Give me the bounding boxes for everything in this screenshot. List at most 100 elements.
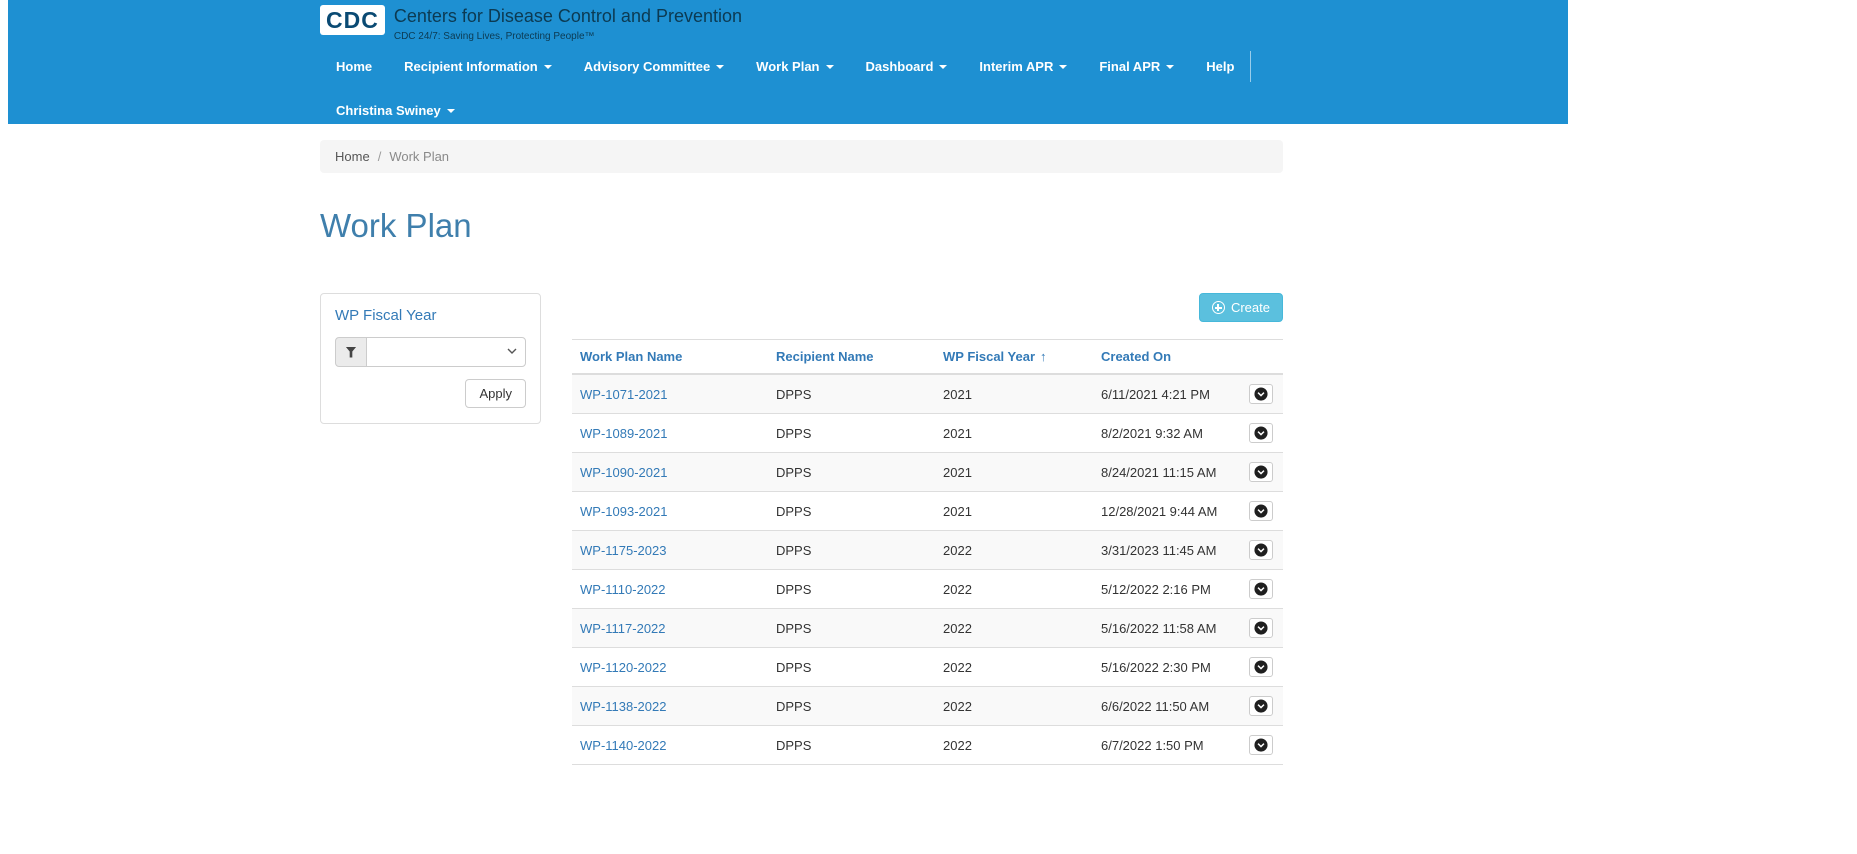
- row-actions-cell: [1241, 374, 1283, 414]
- row-actions-button[interactable]: [1249, 618, 1273, 638]
- work-plan-table-section: Create Work Plan Name Recipient Name WP Fi…: [572, 293, 1283, 765]
- created-on-cell: 5/12/2022 2:16 PM: [1093, 570, 1241, 609]
- row-actions-cell: [1241, 648, 1283, 687]
- table-row: WP-1140-2022DPPS20226/7/2022 1:50 PM: [572, 726, 1283, 765]
- recipient-name-cell: DPPS: [768, 570, 935, 609]
- work-plan-link[interactable]: WP-1140-2022: [580, 738, 666, 753]
- caret-down-icon: [544, 65, 552, 69]
- fiscal-year-cell: 2022: [935, 687, 1093, 726]
- recipient-name-cell: DPPS: [768, 726, 935, 765]
- row-actions-cell: [1241, 531, 1283, 570]
- work-plan-link[interactable]: WP-1110-2022: [580, 582, 666, 597]
- work-plan-link[interactable]: WP-1071-2021: [580, 387, 667, 402]
- work-plan-link[interactable]: WP-1089-2021: [580, 426, 667, 441]
- user-nav: Christina Swiney: [320, 95, 1283, 126]
- created-on-cell: 6/6/2022 11:50 AM: [1093, 687, 1241, 726]
- work-plan-link[interactable]: WP-1093-2021: [580, 504, 667, 519]
- column-header-wp-fiscal-year[interactable]: WP Fiscal Year↑: [935, 340, 1093, 375]
- work-plan-link[interactable]: WP-1175-2023: [580, 543, 666, 558]
- recipient-name-cell: DPPS: [768, 609, 935, 648]
- created-on-cell: 5/16/2022 11:58 AM: [1093, 609, 1241, 648]
- nav-item-recipient-information[interactable]: Recipient Information: [388, 51, 568, 82]
- column-header-label: Recipient Name: [776, 349, 874, 364]
- nav-item-interim-apr[interactable]: Interim APR: [963, 51, 1083, 82]
- filter-title: WP Fiscal Year: [335, 307, 526, 324]
- recipient-name-cell: DPPS: [768, 492, 935, 531]
- create-button[interactable]: Create: [1199, 293, 1283, 322]
- row-actions-button[interactable]: [1249, 462, 1273, 482]
- caret-down-icon: [1059, 65, 1067, 69]
- fiscal-year-cell: 2021: [935, 453, 1093, 492]
- column-header-recipient-name[interactable]: Recipient Name: [768, 340, 935, 375]
- nav-item-work-plan[interactable]: Work Plan: [740, 51, 849, 82]
- nav-item-dashboard[interactable]: Dashboard: [850, 51, 964, 82]
- create-button-label: Create: [1231, 300, 1270, 315]
- work-plan-name-cell: WP-1175-2023: [572, 531, 768, 570]
- row-actions-button[interactable]: [1249, 540, 1273, 560]
- fiscal-year-cell: 2022: [935, 570, 1093, 609]
- site-title: Centers for Disease Control and Preventi…: [394, 5, 742, 27]
- caret-down-icon: [939, 65, 947, 69]
- plus-circle-icon: [1212, 301, 1225, 314]
- work-plan-table: Work Plan Name Recipient Name WP Fiscal Ye…: [572, 339, 1283, 765]
- site-tagline: CDC 24/7: Saving Lives, Protecting Peopl…: [394, 31, 742, 42]
- created-on-cell: 5/16/2022 2:30 PM: [1093, 648, 1241, 687]
- column-header-created-on[interactable]: Created On: [1093, 340, 1241, 375]
- fiscal-year-cell: 2021: [935, 414, 1093, 453]
- work-plan-name-cell: WP-1093-2021: [572, 492, 768, 531]
- row-actions-button[interactable]: [1249, 384, 1273, 404]
- chevron-down-circle-icon: [1254, 387, 1268, 401]
- nav-item-advisory-committee[interactable]: Advisory Committee: [568, 51, 740, 82]
- page-title: Work Plan: [320, 207, 1283, 245]
- chevron-down-circle-icon: [1254, 504, 1268, 518]
- row-actions-button[interactable]: [1249, 501, 1273, 521]
- row-actions-cell: [1241, 726, 1283, 765]
- filter-funnel-button[interactable]: [335, 337, 367, 367]
- created-on-cell: 3/31/2023 11:45 AM: [1093, 531, 1241, 570]
- fiscal-year-cell: 2022: [935, 609, 1093, 648]
- user-menu[interactable]: Christina Swiney: [320, 95, 471, 126]
- work-plan-link[interactable]: WP-1138-2022: [580, 699, 666, 714]
- fiscal-year-cell: 2021: [935, 374, 1093, 414]
- nav-item-label: Dashboard: [866, 59, 934, 74]
- table-row: WP-1117-2022 DPPS20225/16/2022 11:58 AM: [572, 609, 1283, 648]
- table-row: WP-1110-2022 DPPS20225/12/2022 2:16 PM: [572, 570, 1283, 609]
- breadcrumb-home[interactable]: Home: [335, 149, 370, 164]
- nav-item-label: Home: [336, 59, 372, 74]
- chevron-down-circle-icon: [1254, 621, 1268, 635]
- row-actions-button[interactable]: [1249, 657, 1273, 677]
- apply-button[interactable]: Apply: [465, 379, 526, 408]
- created-on-cell: 12/28/2021 9:44 AM: [1093, 492, 1241, 531]
- nav-item-help[interactable]: Help: [1190, 51, 1251, 82]
- created-on-cell: 6/11/2021 4:21 PM: [1093, 374, 1241, 414]
- work-plan-link[interactable]: WP-1090-2021: [580, 465, 667, 480]
- primary-nav: Home Recipient InformationAdvisory Commit…: [320, 51, 1283, 82]
- recipient-name-cell: DPPS: [768, 648, 935, 687]
- chevron-down-circle-icon: [1254, 582, 1268, 596]
- work-plan-name-cell: WP-1140-2022: [572, 726, 768, 765]
- column-header-work-plan-name[interactable]: Work Plan Name: [572, 340, 768, 375]
- filter-panel: WP Fiscal Year Apply: [320, 293, 541, 424]
- work-plan-link[interactable]: WP-1117-2022: [580, 621, 666, 636]
- row-actions-button[interactable]: [1249, 423, 1273, 443]
- funnel-icon: [346, 347, 357, 358]
- row-actions-button[interactable]: [1249, 696, 1273, 716]
- row-actions-button[interactable]: [1249, 735, 1273, 755]
- table-row: WP-1138-2022DPPS20226/6/2022 11:50 AM: [572, 687, 1283, 726]
- nav-item-home[interactable]: Home: [320, 51, 388, 82]
- nav-item-final-apr[interactable]: Final APR: [1083, 51, 1190, 82]
- user-menu-label: Christina Swiney: [336, 103, 441, 118]
- work-plan-name-cell: WP-1117-2022: [572, 609, 768, 648]
- site-header: CDC Centers for Disease Control and Prev…: [8, 0, 1568, 124]
- row-actions-cell: [1241, 570, 1283, 609]
- recipient-name-cell: DPPS: [768, 414, 935, 453]
- fiscal-year-cell: 2022: [935, 531, 1093, 570]
- fiscal-year-select[interactable]: [366, 337, 526, 367]
- row-actions-button[interactable]: [1249, 579, 1273, 599]
- row-actions-cell: [1241, 492, 1283, 531]
- recipient-name-cell: DPPS: [768, 531, 935, 570]
- work-plan-link[interactable]: WP-1120-2022: [580, 660, 666, 675]
- table-row: WP-1071-2021DPPS20216/11/2021 4:21 PM: [572, 374, 1283, 414]
- row-actions-cell: [1241, 609, 1283, 648]
- chevron-down-circle-icon: [1254, 660, 1268, 674]
